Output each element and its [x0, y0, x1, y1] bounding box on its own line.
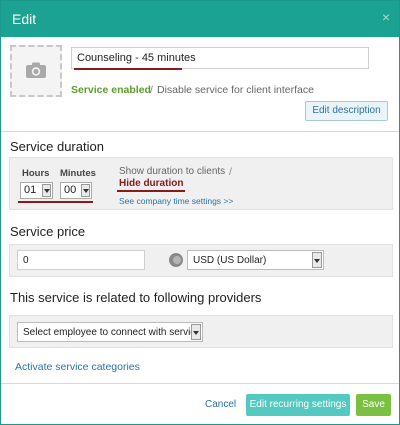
duration-separator: / — [229, 166, 232, 178]
cancel-button[interactable]: Cancel — [205, 399, 236, 410]
duration-highlight-underline — [18, 201, 93, 203]
employee-select-value: Select employee to connect with service — [23, 327, 191, 338]
disable-service-link[interactable]: Disable service for client interface — [157, 84, 314, 96]
chevron-down-icon — [81, 184, 90, 197]
edit-service-dialog: Edit × Service enabled / Disable service… — [0, 0, 400, 425]
dialog-title: Edit — [12, 11, 37, 27]
service-photo-upload[interactable] — [10, 45, 62, 97]
status-separator: / — [150, 84, 153, 96]
chevron-down-icon — [42, 184, 51, 197]
hours-value: 01 — [24, 184, 37, 196]
employee-select[interactable]: Select employee to connect with service — [17, 322, 203, 342]
hours-label: Hours — [22, 168, 50, 179]
close-icon[interactable]: × — [382, 10, 390, 24]
hide-duration-status: Hide duration — [119, 178, 184, 189]
name-highlight-underline — [74, 68, 182, 70]
service-enabled-status: Service enabled — [71, 84, 151, 96]
chevron-down-icon — [312, 252, 322, 268]
service-price-title: Service price — [10, 224, 86, 239]
edit-recurring-settings-button[interactable]: Edit recurring settings — [246, 394, 350, 416]
edit-description-button[interactable]: Edit description — [305, 101, 388, 121]
company-time-settings-link[interactable]: See company time settings >> — [119, 196, 233, 206]
providers-title: This service is related to following pro… — [10, 290, 262, 305]
currency-select[interactable]: USD (US Dollar) — [187, 250, 324, 270]
service-duration-title: Service duration — [10, 139, 104, 154]
activate-categories-link[interactable]: Activate service categories — [15, 361, 140, 373]
coins-icon — [169, 253, 183, 267]
footer-divider — [1, 383, 399, 384]
hours-select[interactable]: 01 — [20, 182, 53, 199]
minutes-select[interactable]: 00 — [60, 182, 92, 199]
section-divider — [1, 131, 399, 132]
price-input[interactable] — [17, 250, 145, 270]
currency-value: USD (US Dollar) — [193, 255, 267, 266]
minutes-value: 00 — [64, 184, 77, 196]
save-button[interactable]: Save — [356, 394, 391, 416]
camera-icon — [26, 62, 46, 78]
service-name-input[interactable] — [71, 47, 369, 69]
minutes-label: Minutes — [60, 168, 96, 179]
dialog-header: Edit × — [1, 1, 399, 37]
show-duration-link[interactable]: Show duration to clients — [119, 166, 225, 177]
hide-duration-underline — [117, 190, 185, 192]
chevron-down-icon — [191, 324, 201, 340]
